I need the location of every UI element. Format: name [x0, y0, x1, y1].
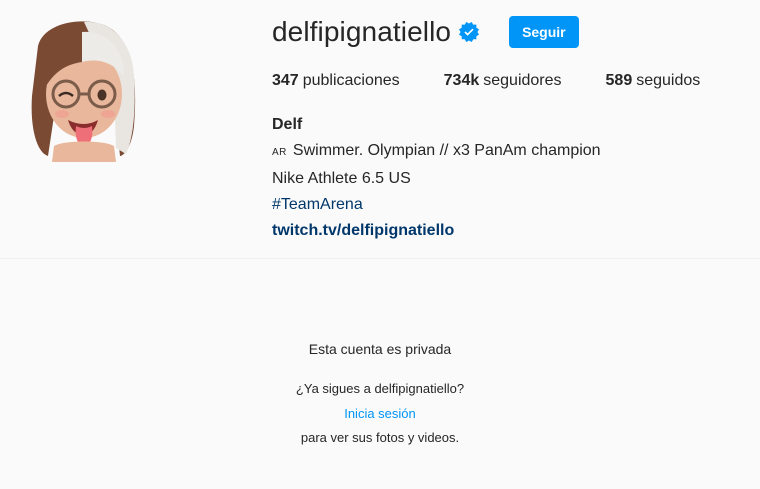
bio-hashtag-link[interactable]: #TeamArena [272, 192, 742, 218]
username: delfipignatiello [272, 16, 452, 47]
login-link[interactable]: Inicia sesión [344, 403, 416, 425]
private-question: ¿Ya sigues a delfipignatiello? [295, 381, 465, 396]
follow-button[interactable]: Seguir [509, 16, 579, 48]
stat-posts-count: 347 [272, 72, 299, 89]
stat-posts: 347 publicaciones [272, 72, 400, 90]
bio-line-1: AR Swimmer. Olympian // x3 PanAm champion [272, 138, 742, 166]
stat-following[interactable]: 589 seguidos [606, 72, 701, 90]
divider [0, 258, 760, 259]
bio-name: Delf [272, 116, 303, 133]
profile-stats: 347 publicaciones 734k seguidores 589 segui… [272, 72, 742, 90]
bio-line-1-text: Swimmer. Olympian // x3 PanAm champion [292, 142, 601, 159]
avatar[interactable] [24, 16, 142, 162]
memoji-avatar-icon [31, 21, 136, 162]
stat-followers-label: seguidores [483, 72, 562, 89]
title-row: delfipignatiello Seguir [272, 12, 742, 52]
profile-info: delfipignatiello Seguir 347 publicaciones… [272, 12, 742, 244]
stat-following-count: 589 [605, 72, 633, 89]
stat-followers[interactable]: 734k seguidores [444, 72, 562, 90]
stat-posts-label: publicaciones [302, 72, 400, 89]
private-subtitle: para ver sus fotos y videos. [300, 430, 460, 445]
bio: Delf AR Swimmer. Olympian // x3 PanAm cha… [272, 112, 742, 244]
verified-badge-icon [459, 22, 480, 42]
private-title: Esta cuenta es privada [308, 341, 452, 357]
stat-followers-count: 734k [443, 72, 480, 89]
flag-icon: AR [272, 147, 287, 158]
bio-line-2: Nike Athlete 6.5 US [272, 170, 411, 187]
stat-following-label: seguidos [636, 72, 701, 89]
private-account-notice: Esta cuenta es privada ¿Ya sigues a delf… [0, 338, 760, 449]
bio-external-link[interactable]: twitch.tv/delfipignatiello [272, 218, 742, 244]
profile-header: delfipignatiello Seguir 347 publicaciones… [0, 0, 760, 260]
